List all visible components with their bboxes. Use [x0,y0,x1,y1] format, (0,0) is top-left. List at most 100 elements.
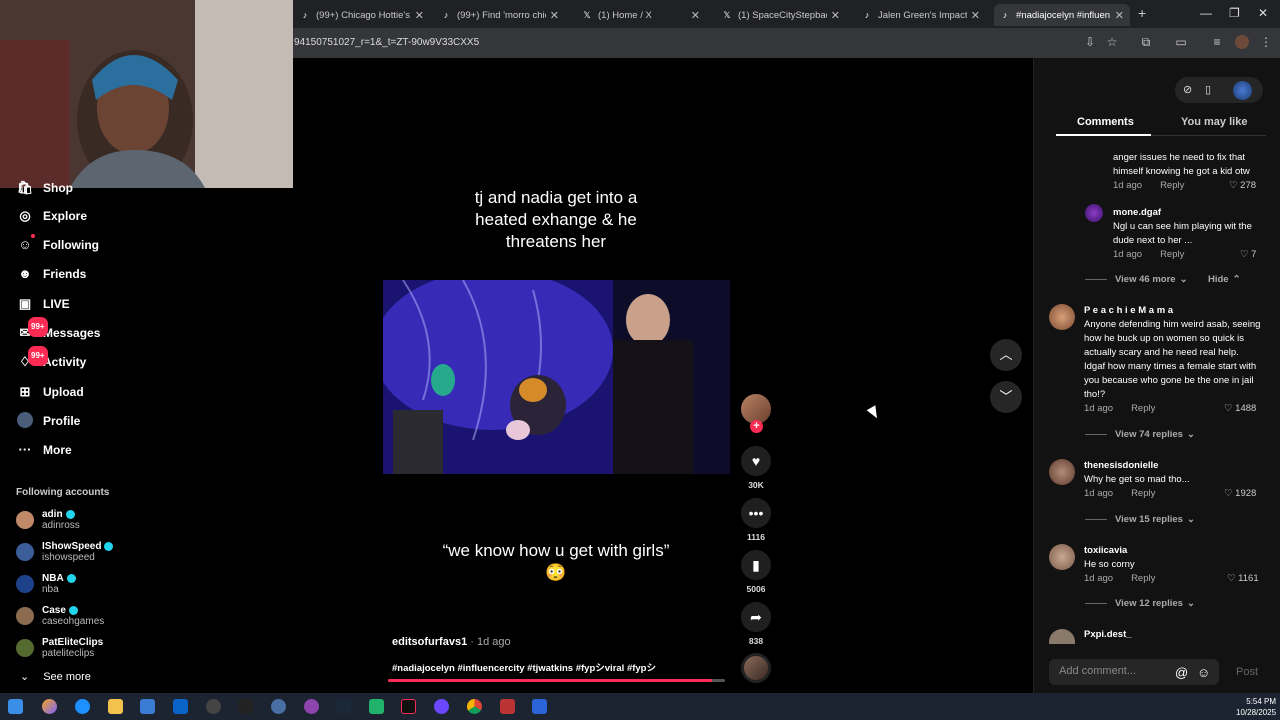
device-icon[interactable]: ▯ [1205,83,1211,96]
following-account[interactable]: Case caseohgames [16,602,104,630]
following-account[interactable]: IShowSpeed ishowspeed [16,538,114,566]
close-tab-icon[interactable]: ✕ [691,9,700,22]
account-avatar[interactable] [1233,81,1252,100]
comment-user[interactable]: thenesisdonielle [1084,459,1262,473]
nav-item-shop[interactable]: 🛍 Shop [16,180,73,196]
nav-item-explore[interactable]: ◎ Explore [16,205,87,227]
settings-icon[interactable] [206,699,221,714]
bookmark-icon[interactable]: ▮ [741,550,771,580]
share-icon[interactable]: ➦ [741,602,771,632]
nav-item-messages[interactable]: ✉ 99+ Messages [16,317,100,344]
tab-comments[interactable]: Comments [1077,116,1134,128]
close-tab-icon[interactable]: ✕ [415,9,424,22]
view-replies[interactable]: View 12 replies ⌄ [1085,598,1195,609]
install-app-icon[interactable]: ⇩ [1083,35,1097,49]
browser-tab[interactable]: ♪ (99+) Chicago Hottie's Me ✕ [294,4,430,26]
comment-action[interactable]: ••• 1116 [741,498,771,542]
store-icon[interactable] [140,699,155,714]
avatar[interactable] [1049,544,1075,570]
see-more-button[interactable]: ⌄ See more [20,670,91,684]
extensions-icon[interactable]: ⧉ [1139,35,1153,49]
browser-tab[interactable]: 𝕏 (1) Home / X ✕ [576,4,706,26]
browser-tab-active[interactable]: ♪ #nadiajocelyn #influen ✕ [994,4,1130,26]
file-explorer-icon[interactable] [108,699,123,714]
hide-replies[interactable]: Hide ⌃ [1208,274,1241,285]
reply-button[interactable]: Reply [1160,248,1184,262]
avatar[interactable] [1049,304,1075,330]
comment-like[interactable]: ♡ 1928 [1224,488,1256,499]
close-tab-icon[interactable]: ✕ [971,9,980,22]
reply-button[interactable]: Reply [1160,179,1184,193]
next-video-button[interactable]: ﹀ [990,381,1022,413]
heart-icon[interactable]: ♥ [741,446,771,476]
reply-button[interactable]: Reply [1131,402,1155,416]
mention-icon[interactable]: @ [1175,665,1188,680]
media-controls-icon[interactable]: ≡ [1210,35,1224,49]
share-action[interactable]: ➦ 838 [741,602,771,646]
nav-item-more[interactable]: ··· More [16,439,72,461]
previous-video-button[interactable]: ︿ [990,339,1022,371]
view-more-replies[interactable]: View 46 more ⌄ [1085,274,1188,285]
chrome-icon[interactable] [467,699,482,714]
follow-plus-icon[interactable]: + [750,420,763,433]
compass-icon[interactable]: ⊘ [1183,83,1192,96]
epic-games-icon[interactable] [238,699,253,714]
close-tab-icon[interactable]: ✕ [1115,9,1124,22]
comment-user[interactable]: toxiicavia [1084,544,1262,558]
add-comment-input[interactable]: Add comment... [1049,659,1219,685]
video-author-line[interactable]: editsofurfavs1 · 1d ago [392,636,511,648]
app-icon[interactable] [532,699,547,714]
close-tab-icon[interactable]: ✕ [831,9,840,22]
comment-user[interactable]: P e a c h i e M a m a [1084,304,1262,318]
restore-icon[interactable]: ❐ [1229,6,1240,20]
emoji-icon[interactable]: ☺ [1197,665,1210,680]
app-icon[interactable] [500,699,515,714]
comment-like[interactable]: ♡ 1488 [1224,403,1256,414]
discord-icon[interactable] [304,699,319,714]
following-account[interactable]: PatEliteClips pateliteclips [16,634,103,662]
video-progress-bar[interactable] [388,679,725,682]
following-account[interactable]: NBA nba [16,570,76,598]
tiktok-icon[interactable] [401,699,416,714]
minimize-icon[interactable]: — [1200,6,1212,20]
comment-icon[interactable]: ••• [741,498,771,528]
hashtags[interactable]: #nadiajocelyn #influencercity #tjwatkins… [392,660,656,674]
avatar[interactable] [1049,459,1075,485]
outlook-icon[interactable] [173,699,188,714]
avatar[interactable] [1085,204,1103,222]
browser-tab[interactable]: 𝕏 (1) SpaceCityStepback on ✕ [716,4,846,26]
browser-profile-avatar[interactable] [1235,35,1249,49]
tab-you-may-like[interactable]: You may like [1181,116,1247,128]
nav-item-activity[interactable]: ♢ 99+ Activity [16,346,86,373]
cast-icon[interactable]: ▭ [1174,35,1188,49]
url-field[interactable]: 94150751027_r=1&_t=ZT-90w9V33CXX5 [294,37,479,48]
save-action[interactable]: ▮ 5006 [741,550,771,594]
bookmark-star-icon[interactable]: ☆ [1105,35,1119,49]
like-action[interactable]: ♥ 30K [741,446,771,490]
nav-item-following[interactable]: ☺ Following [16,234,99,256]
kebab-menu-icon[interactable]: ⋮ [1259,35,1273,49]
comment-like[interactable]: ♡ 1161 [1227,573,1259,584]
app-icon[interactable] [369,699,384,714]
browser-tab[interactable]: ♪ Jalen Green's Impact on th ✕ [856,4,986,26]
app-icon[interactable] [434,699,449,714]
edge-icon[interactable] [75,699,90,714]
comment-user[interactable]: Pxpi.dest_ [1084,628,1262,642]
nav-item-profile[interactable]: Profile [16,410,80,432]
browser-tab[interactable]: ♪ (99+) Find 'morro chicago ✕ [435,4,565,26]
sound-disc-avatar[interactable] [741,653,771,683]
comment-like[interactable]: ♡ 7 [1240,249,1256,260]
copilot-icon[interactable] [42,699,57,714]
comment-user[interactable]: mone.dgaf [1113,206,1263,220]
app-icon[interactable] [271,699,286,714]
view-replies[interactable]: View 15 replies ⌄ [1085,514,1195,525]
view-replies[interactable]: View 74 replies ⌄ [1085,429,1195,440]
nav-item-upload[interactable]: ⊞ Upload [16,381,84,403]
video-player[interactable] [383,280,730,474]
following-account[interactable]: adin adinross [16,506,80,534]
close-window-icon[interactable]: ✕ [1258,6,1268,20]
comment-like[interactable]: ♡ 278 [1229,180,1256,191]
post-button[interactable]: Post [1236,666,1258,678]
nav-item-live[interactable]: ▣ LIVE [16,293,70,315]
reply-button[interactable]: Reply [1131,487,1155,501]
